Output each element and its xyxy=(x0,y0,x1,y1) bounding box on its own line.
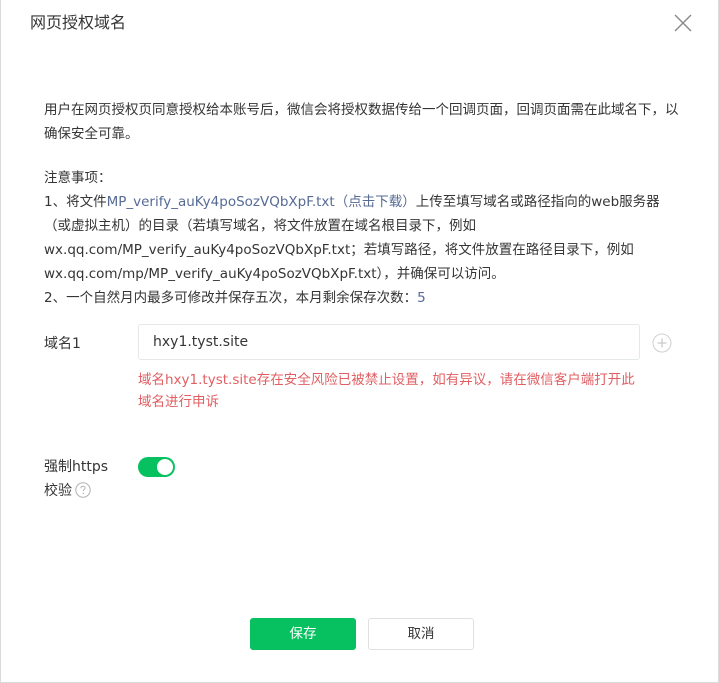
note-item-1-suffix: 上传至填写域名或路径指向的web服务器 xyxy=(415,194,660,210)
toggle-knob xyxy=(157,459,173,475)
add-domain-button[interactable] xyxy=(652,333,672,353)
close-button[interactable] xyxy=(672,12,694,34)
verify-file-download-link[interactable]: MP_verify_auKy4poSozVQbXpF.txt（点击下载） xyxy=(107,194,416,210)
close-icon xyxy=(674,14,692,32)
plus-circle-icon xyxy=(652,333,672,353)
dialog-title: 网页授权域名 xyxy=(30,13,127,32)
help-button[interactable] xyxy=(75,481,91,498)
domain-error-message: 域名hxy1.tyst.site存在安全风险已被禁止设置，如有异议，请在微信客户… xyxy=(138,372,635,410)
force-https-toggle[interactable] xyxy=(138,457,175,477)
note-item-2: 2、一个自然月内最多可修改并保存五次，本月剩余保存次数：5 xyxy=(44,286,684,310)
note-item-1-prefix: 1、将文件 xyxy=(44,194,107,210)
https-field-label: 强制https 校验 xyxy=(44,455,124,503)
notes-section: 注意事项： 1、将文件MP_verify_auKy4poSozVQbXpF.tx… xyxy=(44,166,684,310)
https-label-line-1: 强制https xyxy=(44,459,109,475)
note-item-1-line-2: （或虚拟主机）的目录（若填写域名，将文件放置在域名根目录下，例如 xyxy=(44,218,476,234)
note-item-2-text: 2、一个自然月内最多可修改并保存五次，本月剩余保存次数： xyxy=(44,290,418,306)
https-label-line-2: 校验 xyxy=(44,479,124,503)
https-label-line-2-text: 校验 xyxy=(44,483,72,499)
save-button[interactable]: 保存 xyxy=(250,618,356,650)
question-circle-icon xyxy=(75,481,91,498)
verify-file-name: MP_verify_auKy4poSozVQbXpF.txt xyxy=(106,194,335,210)
intro-text: 用户在网页授权页同意授权给本账号后，微信会将授权数据传给一个回调页面，回调页面需… xyxy=(44,102,679,142)
notes-heading: 注意事项： xyxy=(44,170,112,186)
download-hint: （点击下载） xyxy=(334,194,416,210)
note-item-1: 1、将文件MP_verify_auKy4poSozVQbXpF.txt（点击下载… xyxy=(44,190,684,214)
note-item-1-line-3: wx.qq.com/MP_verify_auKy4poSozVQbXpF.txt… xyxy=(44,242,634,258)
cancel-button[interactable]: 取消 xyxy=(368,618,474,650)
domain-field-label: 域名1 xyxy=(44,336,81,352)
authorize-domain-dialog: 网页授权域名 用户在网页授权页同意授权给本账号后，微信会将授权数据传给一个回调页… xyxy=(0,0,719,683)
remaining-save-count: 5 xyxy=(417,290,426,306)
domain-input[interactable] xyxy=(138,324,640,360)
note-item-1-line-4: wx.qq.com/mp/MP_verify_auKy4poSozVQbXpF.… xyxy=(44,266,505,282)
